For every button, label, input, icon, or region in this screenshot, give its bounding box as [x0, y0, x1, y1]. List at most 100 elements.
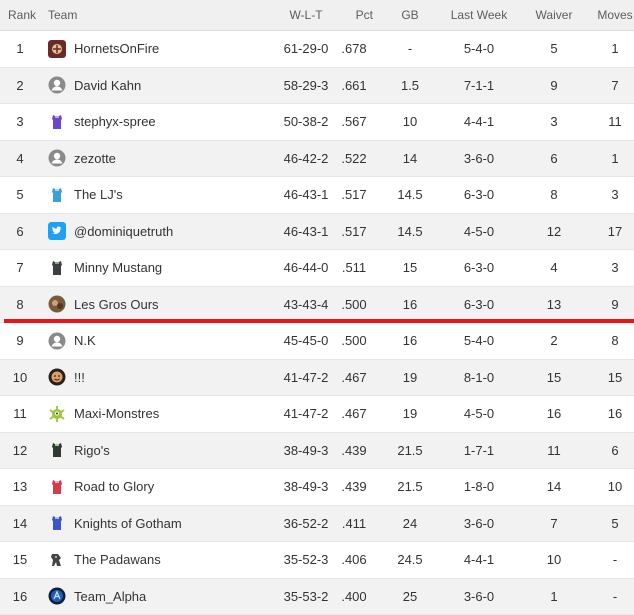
rank-cell: 2 — [0, 68, 40, 104]
last-week-cell: 1-8-0 — [440, 469, 518, 505]
pct-cell: .500 — [334, 323, 374, 359]
default-user-icon[interactable] — [48, 332, 66, 350]
header-waiver[interactable]: Waiver — [528, 0, 580, 30]
green-jersey-icon[interactable] — [48, 441, 66, 459]
team-name-link[interactable]: Maxi-Monstres — [74, 406, 159, 421]
waiver-cell: 16 — [528, 396, 580, 432]
header-team[interactable]: Team — [48, 0, 77, 30]
team-cell[interactable]: The Padawans — [48, 542, 161, 578]
pct-cell: .439 — [334, 433, 374, 469]
teal-jersey-icon[interactable] — [48, 186, 66, 204]
wlt-cell: 41-47-2 — [270, 396, 342, 432]
table-row: 5 The LJ's 46-43-1 .517 14.5 6-3-0 8 3 — [0, 177, 634, 214]
header-wlt[interactable]: W-L-T — [270, 0, 342, 30]
team-name-link[interactable]: stephyx-spree — [74, 114, 156, 129]
team-name-link[interactable]: zezotte — [74, 151, 116, 166]
last-week-cell: 8-1-0 — [440, 360, 518, 396]
pct-cell: .406 — [334, 542, 374, 578]
wlt-cell: 46-43-1 — [270, 214, 342, 250]
team-cell[interactable]: David Kahn — [48, 68, 141, 104]
team-cell[interactable]: Knights of Gotham — [48, 506, 182, 542]
waiver-cell: 14 — [528, 469, 580, 505]
header-gb[interactable]: GB — [390, 0, 430, 30]
team-cell[interactable]: Maxi-Monstres — [48, 396, 159, 432]
default-user-icon[interactable] — [48, 76, 66, 94]
table-row: 9 N.K 45-45-0 .500 16 5-4-0 2 8 — [0, 323, 634, 360]
alpha-logo-icon[interactable] — [48, 587, 66, 605]
moves-cell: - — [592, 542, 634, 578]
standings-table: Rank Team W-L-T Pct GB Last Week Waiver … — [0, 0, 634, 615]
waiver-cell: 11 — [528, 433, 580, 469]
header-rank[interactable]: Rank — [8, 0, 36, 30]
moves-cell: 7 — [592, 68, 634, 104]
table-row: 15 The Padawans 35-52-3 .406 24.5 4-4-1 … — [0, 542, 634, 579]
team-cell[interactable]: Les Gros Ours — [48, 287, 159, 323]
team-name-link[interactable]: Road to Glory — [74, 479, 154, 494]
team-cell[interactable]: HornetsOnFire — [48, 31, 159, 67]
gb-cell: 10 — [390, 104, 430, 140]
moves-cell: 8 — [592, 323, 634, 359]
table-row: 12 Rigo's 38-49-3 .439 21.5 1-7-1 11 6 — [0, 433, 634, 470]
wlt-cell: 61-29-0 — [270, 31, 342, 67]
header-pct[interactable]: Pct — [343, 0, 373, 30]
team-cell[interactable]: Rigo's — [48, 433, 110, 469]
team-name-link[interactable]: N.K — [74, 333, 96, 348]
blue-jersey-icon[interactable] — [48, 514, 66, 532]
team-name-link[interactable]: David Kahn — [74, 78, 141, 93]
team-cell[interactable]: Road to Glory — [48, 469, 154, 505]
team-cell[interactable]: The LJ's — [48, 177, 123, 213]
pct-cell: .567 — [334, 104, 374, 140]
custom-logo-icon[interactable] — [48, 40, 66, 58]
rank-cell: 10 — [0, 360, 40, 396]
last-week-cell: 1-7-1 — [440, 433, 518, 469]
team-cell[interactable]: Team_Alpha — [48, 579, 146, 615]
waiver-cell: 13 — [528, 287, 580, 323]
twitter-bird-icon[interactable] — [48, 222, 66, 240]
header-moves[interactable]: Moves — [592, 0, 634, 30]
team-cell[interactable]: !!! — [48, 360, 85, 396]
header-last-week[interactable]: Last Week — [440, 0, 518, 30]
team-name-link[interactable]: Minny Mustang — [74, 260, 162, 275]
moves-cell: 3 — [592, 250, 634, 286]
team-name-link[interactable]: @dominiquetruth — [74, 224, 173, 239]
team-cell[interactable]: Minny Mustang — [48, 250, 162, 286]
default-user-icon[interactable] — [48, 149, 66, 167]
pct-cell: .678 — [334, 31, 374, 67]
last-week-cell: 3-6-0 — [440, 579, 518, 615]
monster-avatar-icon[interactable] — [48, 405, 66, 423]
team-cell[interactable]: stephyx-spree — [48, 104, 156, 140]
team-name-link[interactable]: Knights of Gotham — [74, 516, 182, 531]
table-row: 16 Team_Alpha 35-53-2 .400 25 3-6-0 1 - — [0, 579, 634, 615]
team-name-link[interactable]: !!! — [74, 370, 85, 385]
wlt-cell: 36-52-2 — [270, 506, 342, 542]
table-row: 14 Knights of Gotham 36-52-2 .411 24 3-6… — [0, 506, 634, 543]
last-week-cell: 3-6-0 — [440, 141, 518, 177]
purple-jersey-icon[interactable] — [48, 113, 66, 131]
team-name-link[interactable]: Team_Alpha — [74, 589, 146, 604]
team-cell[interactable]: zezotte — [48, 141, 116, 177]
team-name-link[interactable]: The LJ's — [74, 187, 123, 202]
team-cell[interactable]: @dominiquetruth — [48, 214, 173, 250]
mech-avatar-icon[interactable] — [48, 551, 66, 569]
photo-avatar-icon[interactable] — [48, 295, 66, 313]
wlt-cell: 50-38-2 — [270, 104, 342, 140]
gb-cell: 21.5 — [390, 469, 430, 505]
team-name-link[interactable]: HornetsOnFire — [74, 41, 159, 56]
red-jersey-icon[interactable] — [48, 478, 66, 496]
pct-cell: .467 — [334, 360, 374, 396]
rank-cell: 5 — [0, 177, 40, 213]
team-name-link[interactable]: The Padawans — [74, 552, 161, 567]
dark-jersey-icon[interactable] — [48, 259, 66, 277]
moves-cell: 1 — [592, 31, 634, 67]
moves-cell: 6 — [592, 433, 634, 469]
moves-cell: 15 — [592, 360, 634, 396]
moves-cell: 10 — [592, 469, 634, 505]
team-cell[interactable]: N.K — [48, 323, 96, 359]
face-avatar-icon[interactable] — [48, 368, 66, 386]
gb-cell: 1.5 — [390, 68, 430, 104]
last-week-cell: 7-1-1 — [440, 68, 518, 104]
rank-cell: 15 — [0, 542, 40, 578]
team-name-link[interactable]: Les Gros Ours — [74, 297, 159, 312]
team-name-link[interactable]: Rigo's — [74, 443, 110, 458]
gb-cell: 21.5 — [390, 433, 430, 469]
